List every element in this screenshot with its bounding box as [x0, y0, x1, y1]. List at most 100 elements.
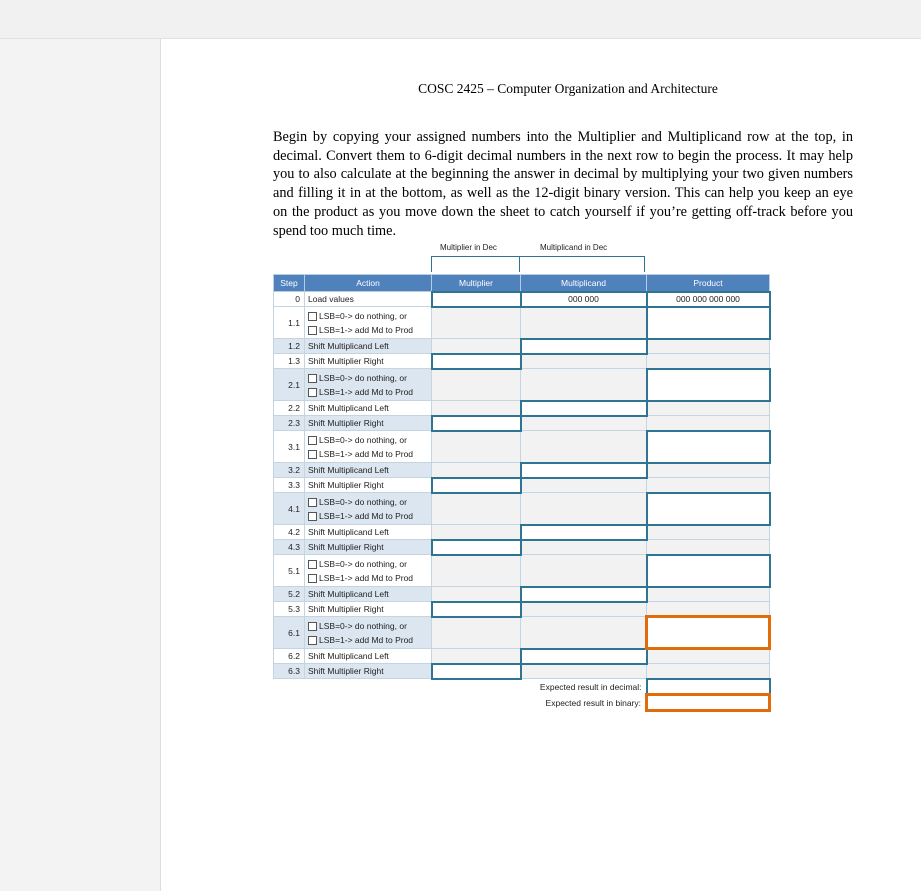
multiplier-cell: [431, 430, 521, 463]
step-number: 2.2: [273, 400, 305, 416]
expected-decimal-label: Expected result in decimal:: [431, 678, 647, 695]
step-number: 5.1: [273, 554, 305, 587]
lsb0-checkbox[interactable]: [308, 435, 317, 445]
header-product: Product: [646, 274, 770, 292]
expected-decimal-input[interactable]: [645, 677, 771, 696]
action-label: Shift Multiplier Right: [304, 539, 432, 555]
multiplicand-cell: [520, 477, 647, 493]
lsb1-checkbox[interactable]: [308, 635, 317, 645]
multiplicand-cell: [520, 663, 647, 679]
multiplier-cell: [431, 306, 521, 339]
header-multiplicand: Multiplicand: [520, 274, 647, 292]
multiplier-dec-input[interactable]: [431, 256, 520, 272]
multiplicand-cell: [520, 492, 647, 525]
step-number: 6.1: [273, 616, 305, 649]
multiplicand-cell[interactable]: [519, 399, 648, 417]
table-row-shift-right: 3.3 Shift Multiplier Right: [273, 476, 770, 494]
expected-binary-label: Expected result in binary:: [431, 694, 647, 711]
multiplicand-cell: [520, 415, 647, 431]
step-number: 4.3: [273, 539, 305, 555]
lsb0-checkbox[interactable]: [308, 497, 317, 507]
table-row-shift-right: 2.3 Shift Multiplier Right: [273, 414, 770, 432]
product-cell: [646, 400, 770, 416]
expected-decimal-row: Expected result in decimal:: [273, 677, 771, 696]
lsb1-checkbox[interactable]: [308, 573, 317, 583]
expected-binary-input[interactable]: [645, 693, 771, 712]
decision-options: LSB=0-> do nothing, or LSB=1-> add Md to…: [304, 368, 432, 401]
multiplier-cell[interactable]: [430, 476, 522, 494]
multiplicand-cell[interactable]: [519, 461, 648, 479]
table-row-shift-left: 2.2 Shift Multiplicand Left: [273, 399, 770, 417]
multiplicand-cell[interactable]: [519, 585, 648, 603]
table-row-decision: 1.1 LSB=0-> do nothing, or LSB=1-> add M…: [273, 305, 771, 340]
multiplier-cell: [431, 462, 521, 478]
table-row-shift-left: 6.2 Shift Multiplicand Left: [273, 647, 770, 665]
product-cell[interactable]: [645, 367, 771, 402]
action-label: Shift Multiplicand Left: [304, 586, 432, 602]
multiplicand-cell: [520, 306, 647, 339]
decision-options: LSB=0-> do nothing, or LSB=1-> add Md to…: [304, 492, 432, 525]
multiplier-cell: [431, 368, 521, 401]
table-row-shift-left: 5.2 Shift Multiplicand Left: [273, 585, 770, 603]
final-product-cell[interactable]: [645, 615, 771, 650]
lsb0-checkbox[interactable]: [308, 621, 317, 631]
step-number: 5.3: [273, 601, 305, 617]
document-title: COSC 2425 – Computer Organization and Ar…: [418, 81, 718, 96]
product-cell: [646, 415, 770, 431]
multiplicand-cell[interactable]: 000 000: [519, 290, 648, 308]
lsb1-checkbox[interactable]: [308, 449, 317, 459]
lsb1-checkbox[interactable]: [308, 325, 317, 335]
multiplier-cell[interactable]: [430, 538, 522, 556]
decision-options: LSB=0-> do nothing, or LSB=1-> add Md to…: [304, 430, 432, 463]
product-cell: [646, 663, 770, 679]
lsb0-checkbox[interactable]: [308, 559, 317, 569]
action-label: Shift Multiplicand Left: [304, 524, 432, 540]
lsb0-checkbox[interactable]: [308, 311, 317, 321]
multiplicand-cell[interactable]: [519, 337, 648, 355]
step-number: 3.2: [273, 462, 305, 478]
product-cell[interactable]: [645, 553, 771, 588]
product-cell[interactable]: [645, 491, 771, 526]
step-number: 4.2: [273, 524, 305, 540]
option-label: LSB=1-> add Md to Prod: [319, 634, 414, 645]
table-row-shift-left: 1.2 Shift Multiplicand Left: [273, 337, 770, 355]
multiplicand-cell[interactable]: [519, 523, 648, 541]
multiplicand-cell: [520, 554, 647, 587]
header-action: Action: [304, 274, 432, 292]
option-label: LSB=0-> do nothing, or: [319, 372, 407, 383]
navigation-pane: [0, 39, 161, 891]
lsb0-checkbox[interactable]: [308, 373, 317, 383]
decision-options: LSB=0-> do nothing, or LSB=1-> add Md to…: [304, 554, 432, 587]
step-number: 1.2: [273, 338, 305, 354]
step-number: 6.2: [273, 648, 305, 664]
header-multiplier: Multiplier: [431, 274, 521, 292]
multiplier-cell[interactable]: [430, 600, 522, 618]
table-row-decision: 5.1 LSB=0-> do nothing, or LSB=1-> add M…: [273, 553, 771, 588]
step-number: 2.1: [273, 368, 305, 401]
multiplier-cell[interactable]: [430, 352, 522, 370]
action-label: Shift Multiplier Right: [304, 415, 432, 431]
multiplicand-dec-label: Multiplicand in Dec: [540, 243, 608, 252]
multiplier-cell[interactable]: [430, 662, 522, 680]
product-cell: [646, 477, 770, 493]
option-label: LSB=0-> do nothing, or: [319, 496, 407, 507]
table-row-shift-left: 3.2 Shift Multiplicand Left: [273, 461, 770, 479]
expected-binary-row: Expected result in binary:: [273, 693, 771, 712]
product-cell[interactable]: [645, 429, 771, 464]
multiplier-dec-label: Multiplier in Dec: [440, 243, 497, 252]
table-row-decision: 6.1 LSB=0-> do nothing, or LSB=1-> add M…: [273, 615, 771, 650]
product-cell: [646, 338, 770, 354]
lsb1-checkbox[interactable]: [308, 387, 317, 397]
multiplicand-cell[interactable]: [519, 647, 648, 665]
table-row-decision: 2.1 LSB=0-> do nothing, or LSB=1-> add M…: [273, 367, 771, 402]
product-cell[interactable]: 000 000 000 000: [645, 290, 771, 308]
multiplicand-dec-input[interactable]: [519, 256, 645, 272]
multiplier-cell: [431, 554, 521, 587]
table-row-shift-right: 1.3 Shift Multiplier Right: [273, 352, 770, 370]
multiplier-cell[interactable]: [430, 414, 522, 432]
lsb1-checkbox[interactable]: [308, 511, 317, 521]
multiplier-cell[interactable]: [430, 290, 522, 308]
product-cell[interactable]: [645, 305, 771, 340]
option-label: LSB=1-> add Md to Prod: [319, 324, 414, 335]
step-number: 4.1: [273, 492, 305, 525]
